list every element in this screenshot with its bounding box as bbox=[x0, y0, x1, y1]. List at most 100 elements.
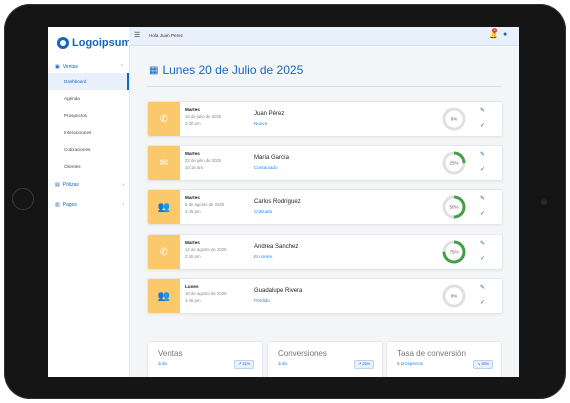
sidebar-item-agenda[interactable]: Agenda bbox=[48, 90, 129, 107]
check-icon[interactable]: ✓ bbox=[480, 299, 485, 306]
camera bbox=[541, 199, 547, 205]
payments-icon: ▥ bbox=[55, 202, 60, 208]
edit-icon[interactable]: ✎ bbox=[480, 151, 485, 158]
group-icon: 👥 bbox=[148, 279, 180, 313]
sidebar-item-cotizaciones[interactable]: Cotizaciones bbox=[48, 141, 129, 158]
whatsapp-icon: ✆ bbox=[148, 235, 180, 269]
stat-card-conversiones[interactable]: Conversiones Julio ↗ 26% bbox=[267, 341, 383, 377]
check-icon[interactable]: ✓ bbox=[480, 255, 485, 262]
edit-icon[interactable]: ✎ bbox=[480, 195, 485, 202]
appointment-date: 12 de agosto de 2025 bbox=[185, 247, 227, 252]
nav-group-polizas[interactable]: ▤ Pólizas › bbox=[48, 179, 129, 191]
appointment-day: Martes bbox=[185, 151, 200, 156]
progress-ring: 75% bbox=[442, 240, 466, 264]
email-icon: ✉ bbox=[148, 146, 180, 180]
client-name: Juan Pérez bbox=[254, 111, 285, 117]
sidebar: Logoipsum ▣ Ventas ⌃ Dashboard Agenda Pr… bbox=[48, 27, 131, 377]
appointment-date: 5 de agosto de 2025 bbox=[185, 202, 225, 207]
appointment-card[interactable]: 👥 Lunes 18 de agosto de 2025 4:45 pm Guadalu… bbox=[147, 278, 503, 314]
client-name: María García bbox=[254, 155, 290, 161]
appointment-time: 3:30 pm bbox=[185, 121, 201, 126]
top-bar: ☰ Hola Juan Perez 🔔 3 ● bbox=[129, 27, 519, 46]
notification-badge: 3 bbox=[492, 28, 497, 33]
phone-icon: ✆ bbox=[148, 102, 180, 136]
appointment-time: 4:45 pm bbox=[185, 298, 201, 303]
chevron-up-icon: ⌃ bbox=[119, 64, 124, 70]
edit-icon[interactable]: ✎ bbox=[480, 284, 485, 291]
appointment-date: 15 de julio de 2025 bbox=[185, 114, 222, 119]
progress-label: 0% bbox=[451, 294, 458, 299]
chevron-right-icon: › bbox=[122, 202, 124, 208]
progress-label: 25% bbox=[449, 161, 458, 166]
check-icon[interactable]: ✓ bbox=[480, 210, 485, 217]
stat-badge: ↘ 35% bbox=[473, 360, 493, 369]
sidebar-item-dashboard[interactable]: Dashboard bbox=[48, 73, 129, 90]
appointment-day: Martes bbox=[185, 240, 200, 245]
page-title-text: Lunes 20 de Julio de 2025 bbox=[162, 63, 304, 77]
stat-badge: ↗ 31% bbox=[234, 360, 254, 369]
appointment-day: Martes bbox=[185, 195, 200, 200]
appointment-time: 10:15 am bbox=[185, 165, 203, 170]
stat-subtitle: 5 prospectos bbox=[397, 361, 424, 366]
check-icon[interactable]: ✓ bbox=[480, 122, 485, 129]
greeting: Hola Juan Perez bbox=[149, 33, 183, 38]
user-icon[interactable]: ● bbox=[503, 31, 507, 38]
client-status[interactable]: En cierre bbox=[254, 254, 272, 259]
client-status[interactable]: Perdido bbox=[254, 298, 270, 303]
stat-subtitle: Julio bbox=[158, 361, 168, 366]
progress-ring: 0% bbox=[442, 107, 466, 131]
client-name: Andrea Sanchez bbox=[254, 244, 299, 250]
progress-label: 0% bbox=[451, 117, 458, 122]
sidebar-item-prospectos[interactable]: Prospectos bbox=[48, 107, 129, 124]
sidebar-item-interacciones[interactable]: Interacciones bbox=[48, 124, 129, 141]
client-name: Guadalupe Rivera bbox=[254, 288, 303, 294]
policy-icon: ▤ bbox=[55, 182, 60, 188]
appointment-day: Lunes bbox=[185, 284, 199, 289]
appointment-date: 22 de julio de 2025 bbox=[185, 158, 222, 163]
logo-mark-icon bbox=[57, 37, 69, 49]
stat-title: Ventas bbox=[158, 349, 183, 358]
nav-group-pagos[interactable]: ▥ Pagos › bbox=[48, 199, 129, 211]
client-status[interactable]: Cotizado bbox=[254, 209, 272, 214]
chevron-right-icon: › bbox=[122, 182, 124, 188]
menu-icon[interactable]: ☰ bbox=[134, 31, 140, 39]
appointment-date: 18 de agosto de 2025 bbox=[185, 291, 227, 296]
edit-icon[interactable]: ✎ bbox=[480, 107, 485, 114]
group-icon: 👥 bbox=[148, 190, 180, 224]
stat-title: Conversiones bbox=[278, 349, 327, 358]
appointment-card[interactable]: ✉ Martes 22 de julio de 2025 10:15 am María … bbox=[147, 145, 503, 181]
logo[interactable]: Logoipsum bbox=[57, 35, 131, 51]
client-status[interactable]: Nuevo bbox=[254, 121, 267, 126]
appointment-time: 4:45 pm bbox=[185, 209, 201, 214]
appointment-time: 2:45 pm bbox=[185, 254, 201, 259]
home-button[interactable] bbox=[12, 188, 34, 210]
logo-text: Logoipsum bbox=[72, 37, 132, 49]
progress-ring: 50% bbox=[442, 195, 466, 219]
page-title: ▦ Lunes 20 de Julio de 2025 bbox=[149, 63, 303, 77]
stat-title: Tasa de conversión bbox=[397, 349, 466, 358]
client-status[interactable]: Contactado bbox=[254, 165, 278, 170]
appointment-day: Martes bbox=[185, 107, 200, 112]
check-icon[interactable]: ✓ bbox=[480, 166, 485, 173]
progress-label: 50% bbox=[449, 205, 458, 210]
calendar-icon: ▦ bbox=[149, 64, 159, 76]
progress-label: 75% bbox=[449, 250, 458, 255]
nav-group-label: Pólizas bbox=[62, 182, 79, 188]
stat-card-ventas[interactable]: Ventas Julio ↗ 31% bbox=[147, 341, 263, 377]
edit-icon[interactable]: ✎ bbox=[480, 240, 485, 247]
appointment-card[interactable]: 👥 Martes 5 de agosto de 2025 4:45 pm Carlos … bbox=[147, 189, 503, 225]
stat-card-tasa[interactable]: Tasa de conversión 5 prospectos ↘ 35% bbox=[386, 341, 502, 377]
appointment-card[interactable]: ✆ Martes 12 de agosto de 2025 2:45 pm Andrea… bbox=[147, 234, 503, 270]
client-name: Carlos Rodríguez bbox=[254, 199, 301, 205]
nav-group-ventas[interactable]: ▣ Ventas ⌃ bbox=[48, 61, 129, 73]
stat-badge: ↗ 26% bbox=[354, 360, 374, 369]
sidebar-item-clientes[interactable]: Clientes bbox=[48, 158, 129, 175]
app-screen: Logoipsum ▣ Ventas ⌃ Dashboard Agenda Pr… bbox=[48, 27, 519, 377]
appointment-card[interactable]: ✆ Martes 15 de julio de 2025 3:30 pm Juan Pé… bbox=[147, 101, 503, 137]
sales-icon: ▣ bbox=[55, 64, 60, 70]
sidebar-nav: ▣ Ventas ⌃ Dashboard Agenda Prospectos I… bbox=[48, 61, 129, 211]
divider bbox=[147, 86, 501, 87]
progress-ring: 0% bbox=[442, 284, 466, 308]
progress-ring: 25% bbox=[442, 151, 466, 175]
stat-subtitle: Julio bbox=[278, 361, 288, 366]
